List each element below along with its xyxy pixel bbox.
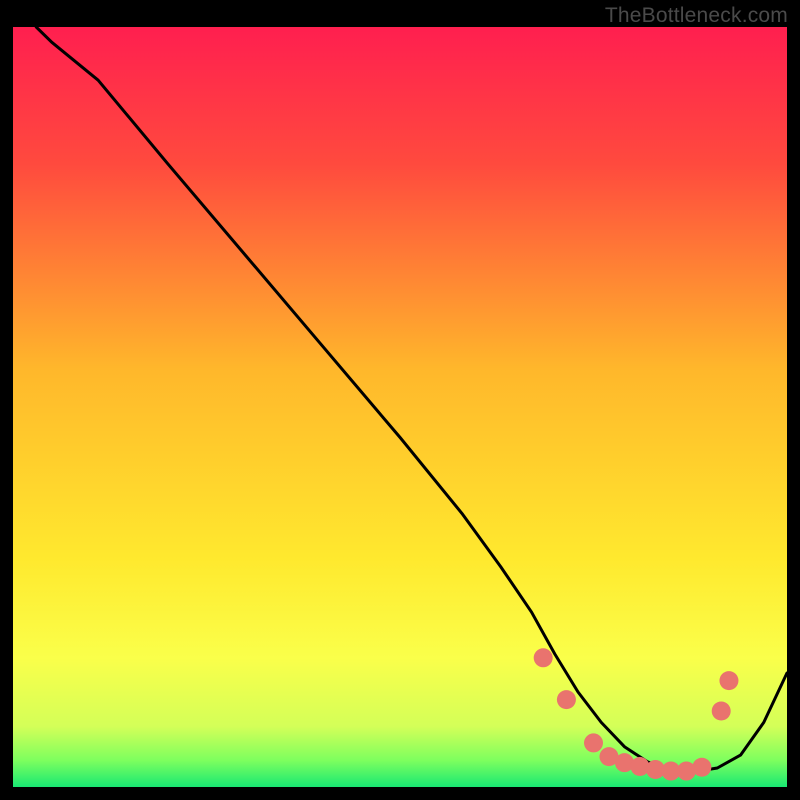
data-marker xyxy=(712,702,731,721)
data-marker xyxy=(557,690,576,709)
gradient-background xyxy=(13,27,787,787)
data-marker xyxy=(692,758,711,777)
chart-svg xyxy=(13,27,787,787)
data-marker xyxy=(584,733,603,752)
watermark-text: TheBottleneck.com xyxy=(605,4,788,28)
data-marker xyxy=(719,671,738,690)
data-marker xyxy=(534,648,553,667)
plot-area xyxy=(13,27,787,787)
chart-frame: TheBottleneck.com xyxy=(0,0,800,800)
